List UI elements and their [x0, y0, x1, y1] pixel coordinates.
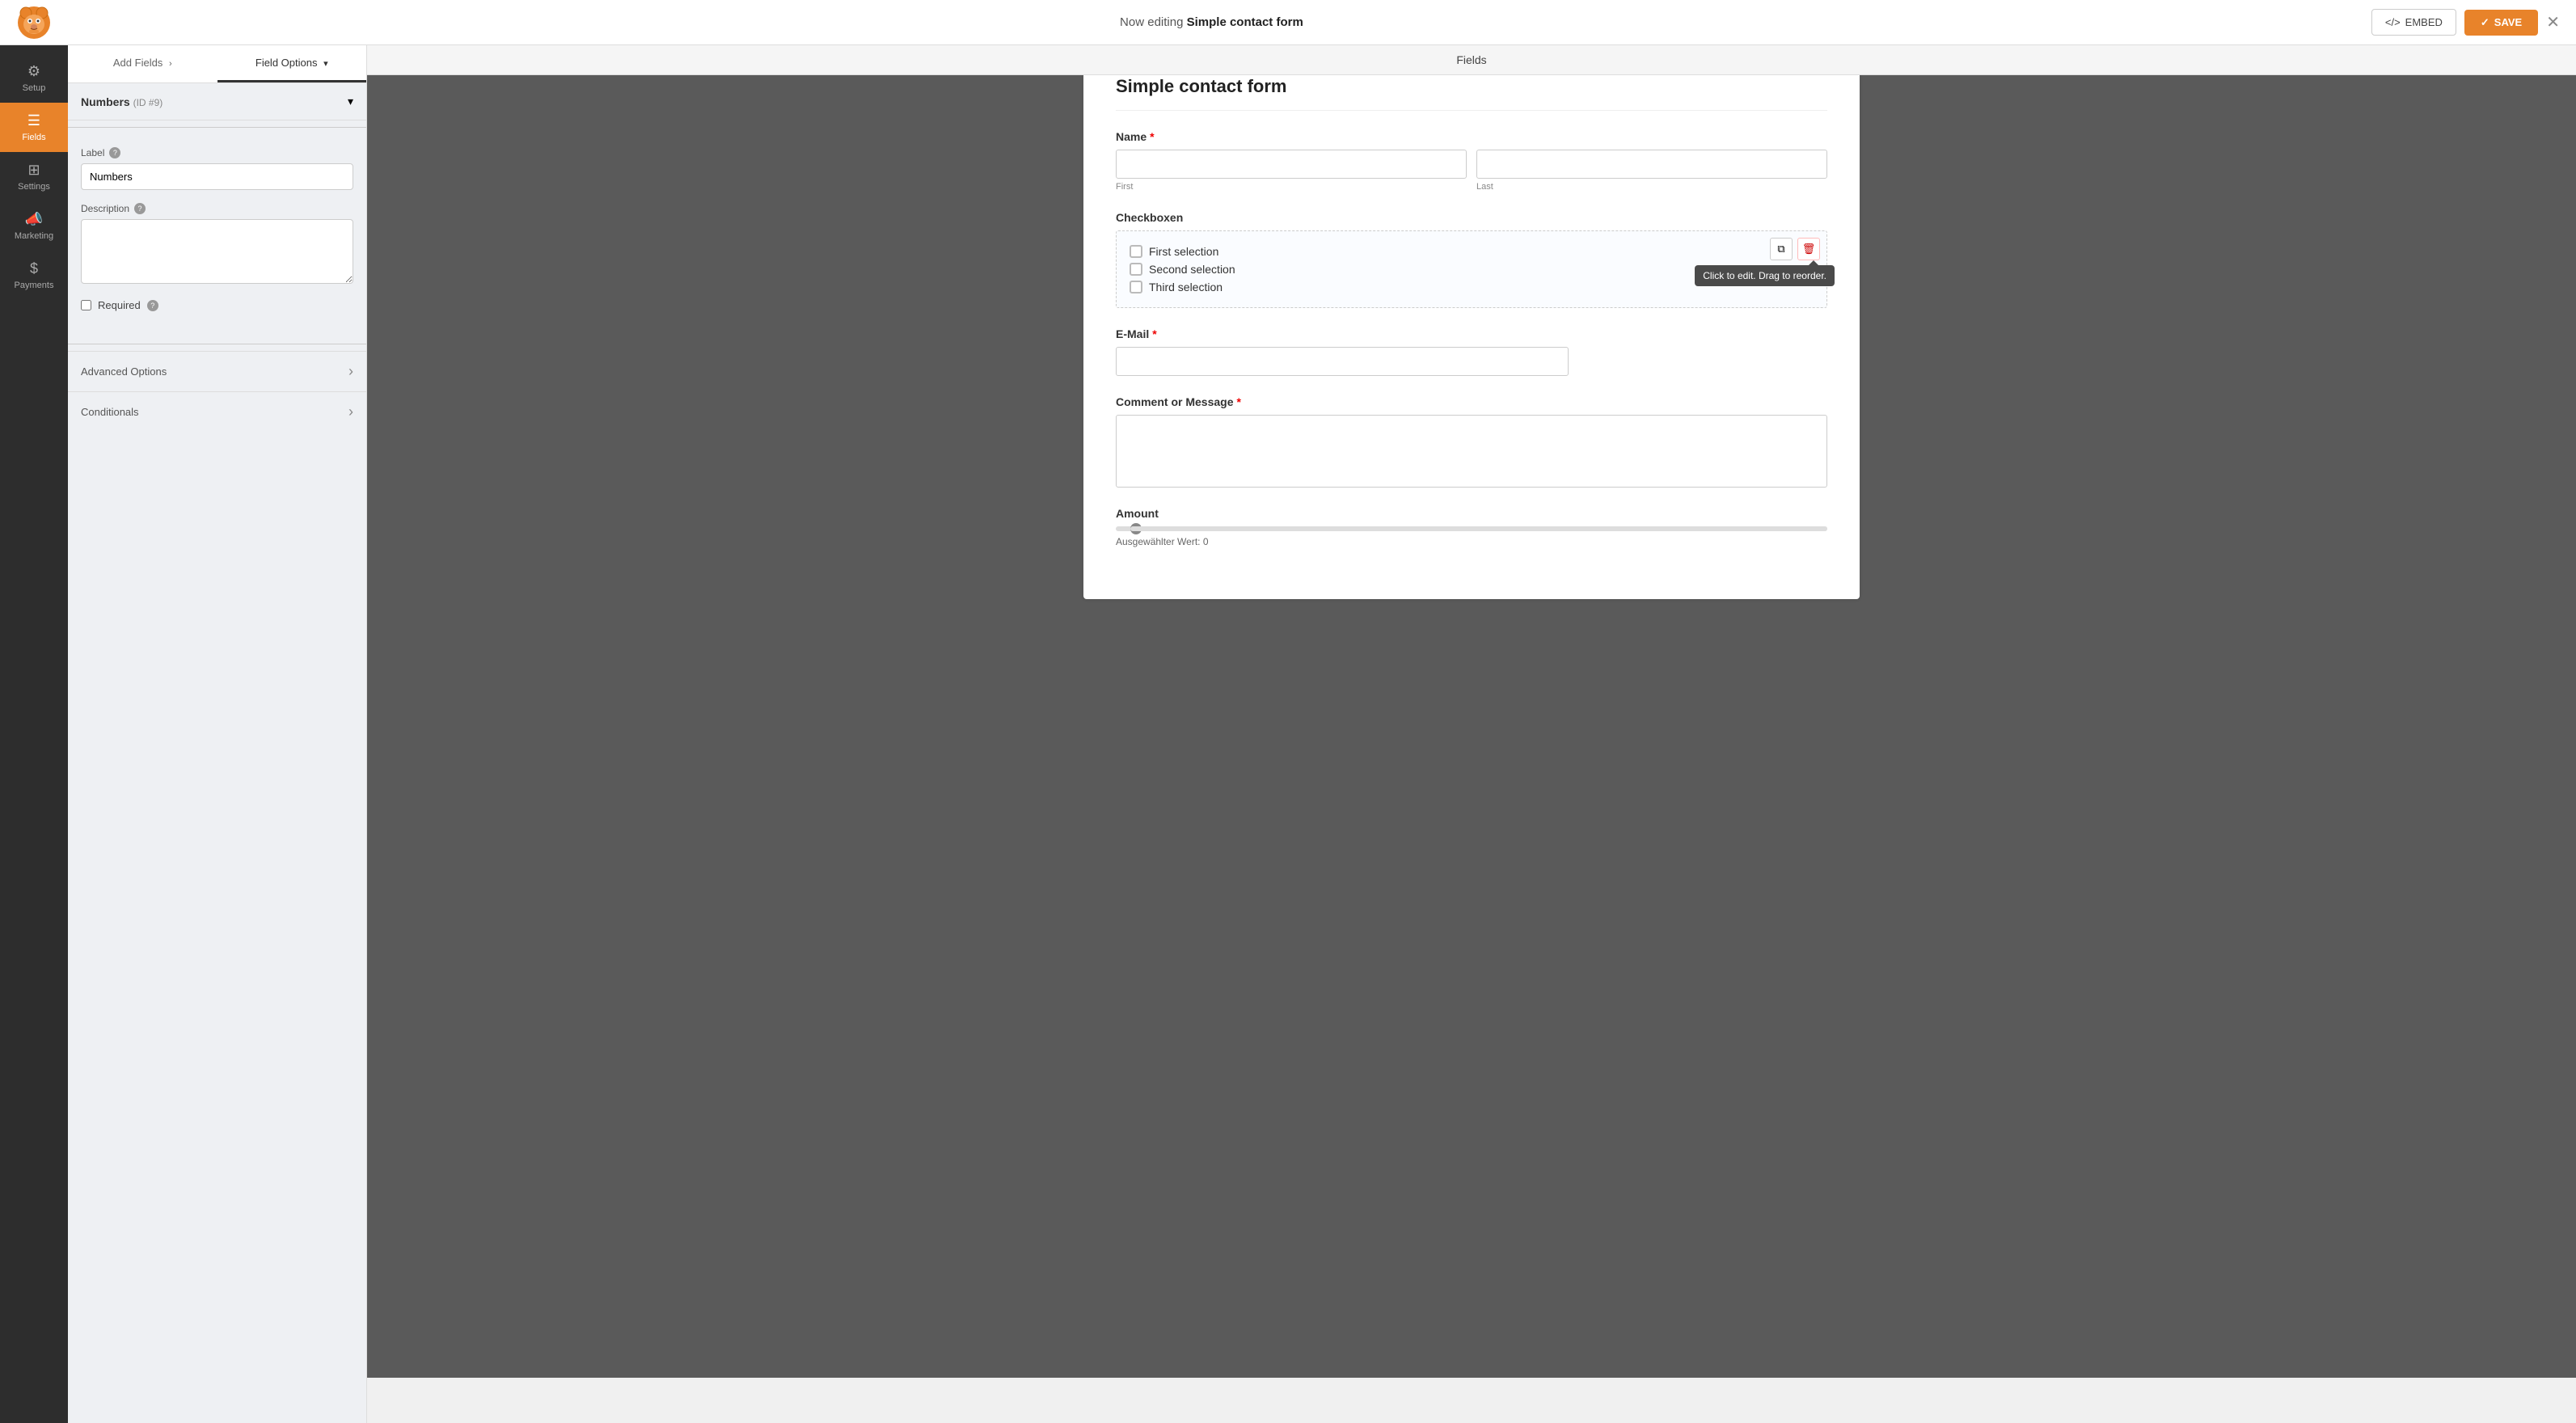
editing-label: Now editing Simple contact form [1120, 15, 1303, 29]
panel-tabs: Add Fields › Field Options ▾ [68, 45, 366, 83]
conditionals-header[interactable]: Conditionals [68, 392, 366, 432]
conditionals-section[interactable]: Conditionals [68, 391, 366, 432]
field-label-checkboxen: Checkboxen [1116, 211, 1827, 224]
checkboxen-actions: ⧉ 🗑 [1770, 238, 1820, 260]
logo [16, 5, 52, 40]
checkbox-item-1: First selection [1130, 243, 1814, 260]
canvas-field-amount: Amount Ausgewählter Wert: 0 [1116, 507, 1827, 547]
sidebar-item-label: Payments [15, 281, 54, 290]
label-group: Label ? [81, 147, 353, 190]
sidebar: ⚙ Setup ☰ Fields ⊞ Settings 📣 Marketing … [0, 45, 68, 1423]
field-label-comment: Comment or Message * [1116, 395, 1827, 408]
marketing-icon: 📣 [25, 211, 43, 228]
tab-add-fields[interactable]: Add Fields › [68, 45, 217, 82]
chevron-right-small-icon: › [169, 59, 172, 69]
last-sub-label: Last [1476, 182, 1827, 192]
form-title: Simple contact form [1116, 76, 1827, 111]
name-last-col: Last [1476, 150, 1827, 192]
canvas-field-comment: Comment or Message * [1116, 395, 1827, 488]
description-field-label: Description ? [81, 203, 353, 214]
bear-logo-icon [16, 5, 52, 40]
checkbox-circle-3 [1130, 281, 1142, 293]
field-label-email: E-Mail * [1116, 327, 1827, 340]
slider-value-label: Ausgewählter Wert: 0 [1116, 536, 1827, 547]
edit-tooltip: Click to edit. Drag to reorder. [1695, 265, 1835, 286]
checkmark-icon: ✓ [2481, 16, 2489, 29]
sidebar-item-marketing[interactable]: 📣 Marketing [0, 201, 68, 251]
required-star-name: * [1150, 130, 1154, 143]
description-help-icon[interactable]: ? [134, 203, 146, 214]
sidebar-item-label: Setup [23, 83, 46, 93]
sidebar-item-label: Settings [18, 182, 50, 192]
slider-track [1116, 526, 1827, 531]
required-star-email: * [1152, 327, 1156, 340]
advanced-options-section[interactable]: Advanced Options [68, 351, 366, 391]
canvas-field-checkboxen[interactable]: Checkboxen ⧉ 🗑 First selection Second se… [1116, 211, 1827, 308]
embed-code-icon: </> [2385, 16, 2401, 28]
settings-icon: ⊞ [27, 162, 40, 179]
description-group: Description ? [81, 203, 353, 286]
required-group: Required ? [81, 299, 353, 311]
name-first-col: First [1116, 150, 1467, 192]
required-help-icon[interactable]: ? [147, 300, 158, 311]
sidebar-item-settings[interactable]: ⊞ Settings [0, 152, 68, 201]
checkbox-circle-2 [1130, 263, 1142, 276]
save-button[interactable]: ✓ SAVE [2464, 10, 2538, 36]
advanced-options-header[interactable]: Advanced Options [68, 352, 366, 391]
top-bar-actions: </> EMBED ✓ SAVE ✕ [2371, 9, 2560, 36]
slider-container: Ausgewählter Wert: 0 [1116, 526, 1827, 547]
form-canvas: Simple contact form Name * First Last [1083, 52, 1860, 599]
collapse-icon: ▾ [348, 95, 353, 108]
delete-button[interactable]: 🗑 [1797, 238, 1820, 260]
advanced-options-chevron-icon [348, 363, 353, 380]
setup-icon: ⚙ [27, 63, 40, 80]
conditionals-chevron-icon [348, 403, 353, 420]
required-checkbox[interactable] [81, 300, 91, 310]
fields-icon: ☰ [27, 112, 40, 129]
sidebar-item-payments[interactable]: $ Payments [0, 251, 68, 300]
field-section-header[interactable]: Numbers (ID #9) ▾ [68, 83, 366, 120]
embed-button[interactable]: </> EMBED [2371, 9, 2456, 36]
sidebar-item-fields[interactable]: ☰ Fields [0, 103, 68, 152]
name-row: First Last [1116, 150, 1827, 192]
field-id-label: (ID #9) [133, 97, 163, 108]
first-name-input[interactable] [1116, 150, 1467, 179]
close-button[interactable]: ✕ [2546, 12, 2560, 32]
form-name-label: Simple contact form [1187, 15, 1303, 29]
field-label-amount: Amount [1116, 507, 1827, 520]
label-input[interactable] [81, 163, 353, 190]
sidebar-item-label: Marketing [15, 231, 53, 241]
fields-bar: Fields [367, 45, 2576, 75]
sidebar-item-label: Fields [22, 133, 45, 142]
email-input[interactable] [1116, 347, 1569, 376]
sidebar-item-setup[interactable]: ⚙ Setup [0, 53, 68, 103]
comment-textarea[interactable] [1116, 415, 1827, 488]
checkboxen-container[interactable]: ⧉ 🗑 First selection Second selection Thi… [1116, 230, 1827, 308]
tab-field-options[interactable]: Field Options ▾ [217, 45, 367, 82]
canvas-field-name: Name * First Last [1116, 130, 1827, 192]
label-help-icon[interactable]: ? [109, 147, 120, 158]
field-options-panel: Add Fields › Field Options ▾ Numbers (ID… [68, 45, 367, 1423]
payments-icon: $ [30, 260, 38, 277]
description-textarea[interactable] [81, 219, 353, 284]
copy-button[interactable]: ⧉ [1770, 238, 1793, 260]
panel-content: Label ? Description ? Required ? [68, 134, 366, 337]
field-section-title: Numbers (ID #9) [81, 95, 163, 108]
required-star-comment: * [1236, 395, 1240, 408]
checkbox-circle-1 [1130, 245, 1142, 258]
first-sub-label: First [1116, 182, 1467, 192]
main-content: Simple contact form Name * First Last [367, 0, 2576, 1378]
label-field-label: Label ? [81, 147, 353, 158]
chevron-down-icon: ▾ [323, 59, 328, 69]
last-name-input[interactable] [1476, 150, 1827, 179]
field-label-name: Name * [1116, 130, 1827, 143]
top-bar: Now editing Simple contact form </> EMBE… [0, 0, 2576, 45]
canvas-field-email: E-Mail * [1116, 327, 1827, 376]
